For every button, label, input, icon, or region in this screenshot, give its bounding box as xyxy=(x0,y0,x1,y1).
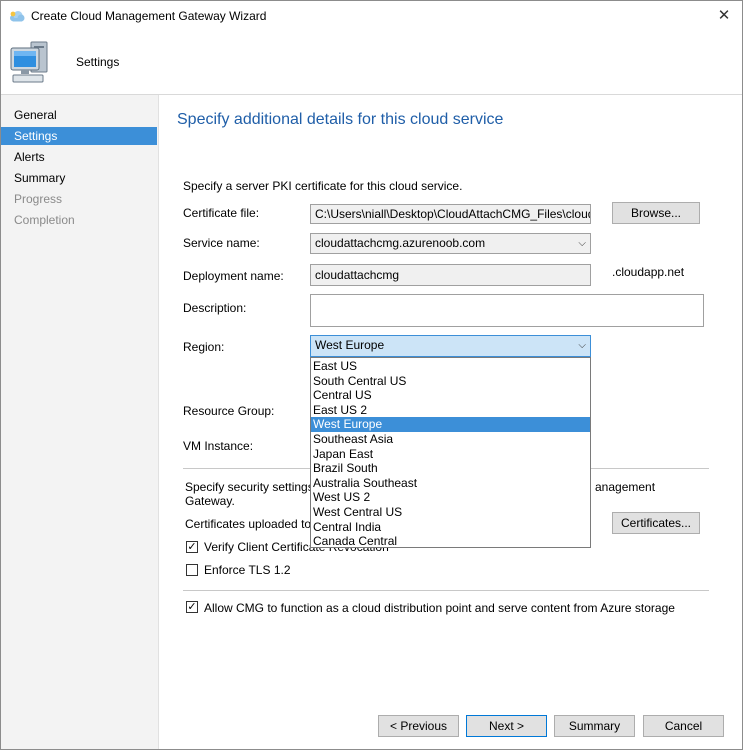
security-text-line2: Gateway. xyxy=(185,494,235,508)
summary-button[interactable]: Summary xyxy=(554,715,635,737)
enforce-tls-label: Enforce TLS 1.2 xyxy=(204,563,291,577)
description-field[interactable] xyxy=(310,294,704,327)
nav-item-alerts[interactable]: Alerts xyxy=(1,148,157,166)
service-name-select[interactable]: cloudattachcmg.azurenoob.com ⌵ xyxy=(310,233,591,254)
close-icon: ✕ xyxy=(717,7,731,24)
deployment-name-label: Deployment name: xyxy=(183,269,284,283)
service-name-value: cloudattachcmg.azurenoob.com xyxy=(315,236,486,250)
region-option[interactable]: South Central US xyxy=(311,374,590,389)
browse-button[interactable]: Browse... xyxy=(612,202,700,224)
header-title: Settings xyxy=(76,55,120,69)
certificates-button[interactable]: Certificates... xyxy=(612,512,700,534)
region-option-selected[interactable]: West Europe xyxy=(311,417,590,432)
wizard-nav: General Settings Alerts Summary Progress… xyxy=(1,95,159,749)
title-bar: Create Cloud Management Gateway Wizard ✕ xyxy=(1,1,742,32)
window-title: Create Cloud Management Gateway Wizard xyxy=(31,9,267,23)
cloud-icon xyxy=(10,11,25,22)
certificates-uploaded-label: Certificates uploaded to xyxy=(185,517,312,531)
wizard-window: Create Cloud Management Gateway Wizard ✕… xyxy=(0,0,743,750)
region-option[interactable]: Central US xyxy=(311,388,590,403)
previous-button[interactable]: < Previous xyxy=(378,715,459,737)
chevron-down-icon: ⌵ xyxy=(578,238,586,249)
certificate-file-field[interactable]: C:\Users\niall\Desktop\CloudAttachCMG_Fi… xyxy=(310,204,591,224)
region-select[interactable]: West Europe ⌵ xyxy=(310,335,591,357)
region-option[interactable]: Brazil South xyxy=(311,461,590,476)
region-option[interactable]: Central India xyxy=(311,520,590,535)
nav-item-completion: Completion xyxy=(14,213,75,227)
region-option[interactable]: West Central US xyxy=(311,505,590,520)
certificate-file-label: Certificate file: xyxy=(183,206,260,220)
chevron-down-icon: ⌵ xyxy=(578,340,586,351)
close-button[interactable]: ✕ xyxy=(707,3,741,29)
region-option[interactable]: West US 2 xyxy=(311,490,590,505)
cancel-button[interactable]: Cancel xyxy=(643,715,724,737)
region-option[interactable]: East US xyxy=(311,359,590,374)
region-option[interactable]: Southeast Asia xyxy=(311,432,590,447)
deployment-name-field[interactable]: cloudattachcmg xyxy=(310,264,591,286)
nav-item-progress: Progress xyxy=(14,192,63,206)
region-selected-value: West Europe xyxy=(315,338,385,352)
region-dropdown-list: East US South Central US Central US East… xyxy=(310,357,591,548)
service-name-label: Service name: xyxy=(183,236,260,250)
nav-item-settings[interactable]: Settings xyxy=(1,127,157,145)
checkmark-icon: ✓ xyxy=(187,541,197,553)
computer-icon xyxy=(10,41,48,83)
page-heading: Specify additional details for this clou… xyxy=(177,111,504,128)
allow-cmg-label: Allow CMG to function as a cloud distrib… xyxy=(204,601,675,615)
vm-instance-label: VM Instance: xyxy=(183,439,254,453)
description-label: Description: xyxy=(183,301,247,315)
separator xyxy=(183,590,709,591)
region-option[interactable]: Japan East xyxy=(311,447,590,462)
resource-group-label: Resource Group: xyxy=(183,404,275,418)
region-label: Region: xyxy=(183,340,225,354)
security-text: Specify security settings xyxy=(185,480,314,494)
verify-revocation-checkbox[interactable]: ✓ xyxy=(186,541,198,553)
security-text-continued: anagement xyxy=(595,480,656,494)
region-option[interactable]: East US 2 xyxy=(311,403,590,418)
allow-cmg-checkbox[interactable]: ✓ xyxy=(186,601,198,613)
enforce-tls-checkbox[interactable] xyxy=(186,564,198,576)
next-button[interactable]: Next > xyxy=(466,715,547,737)
pki-intro-text: Specify a server PKI certificate for thi… xyxy=(183,179,463,193)
nav-item-general[interactable]: General xyxy=(1,106,157,124)
checkmark-icon: ✓ xyxy=(187,601,197,613)
region-option[interactable]: Australia Southeast xyxy=(311,476,590,491)
region-option[interactable]: Canada Central xyxy=(311,534,590,549)
wizard-header: Settings xyxy=(1,32,742,95)
deployment-suffix: .cloudapp.net xyxy=(612,265,685,279)
nav-item-summary[interactable]: Summary xyxy=(1,169,157,187)
